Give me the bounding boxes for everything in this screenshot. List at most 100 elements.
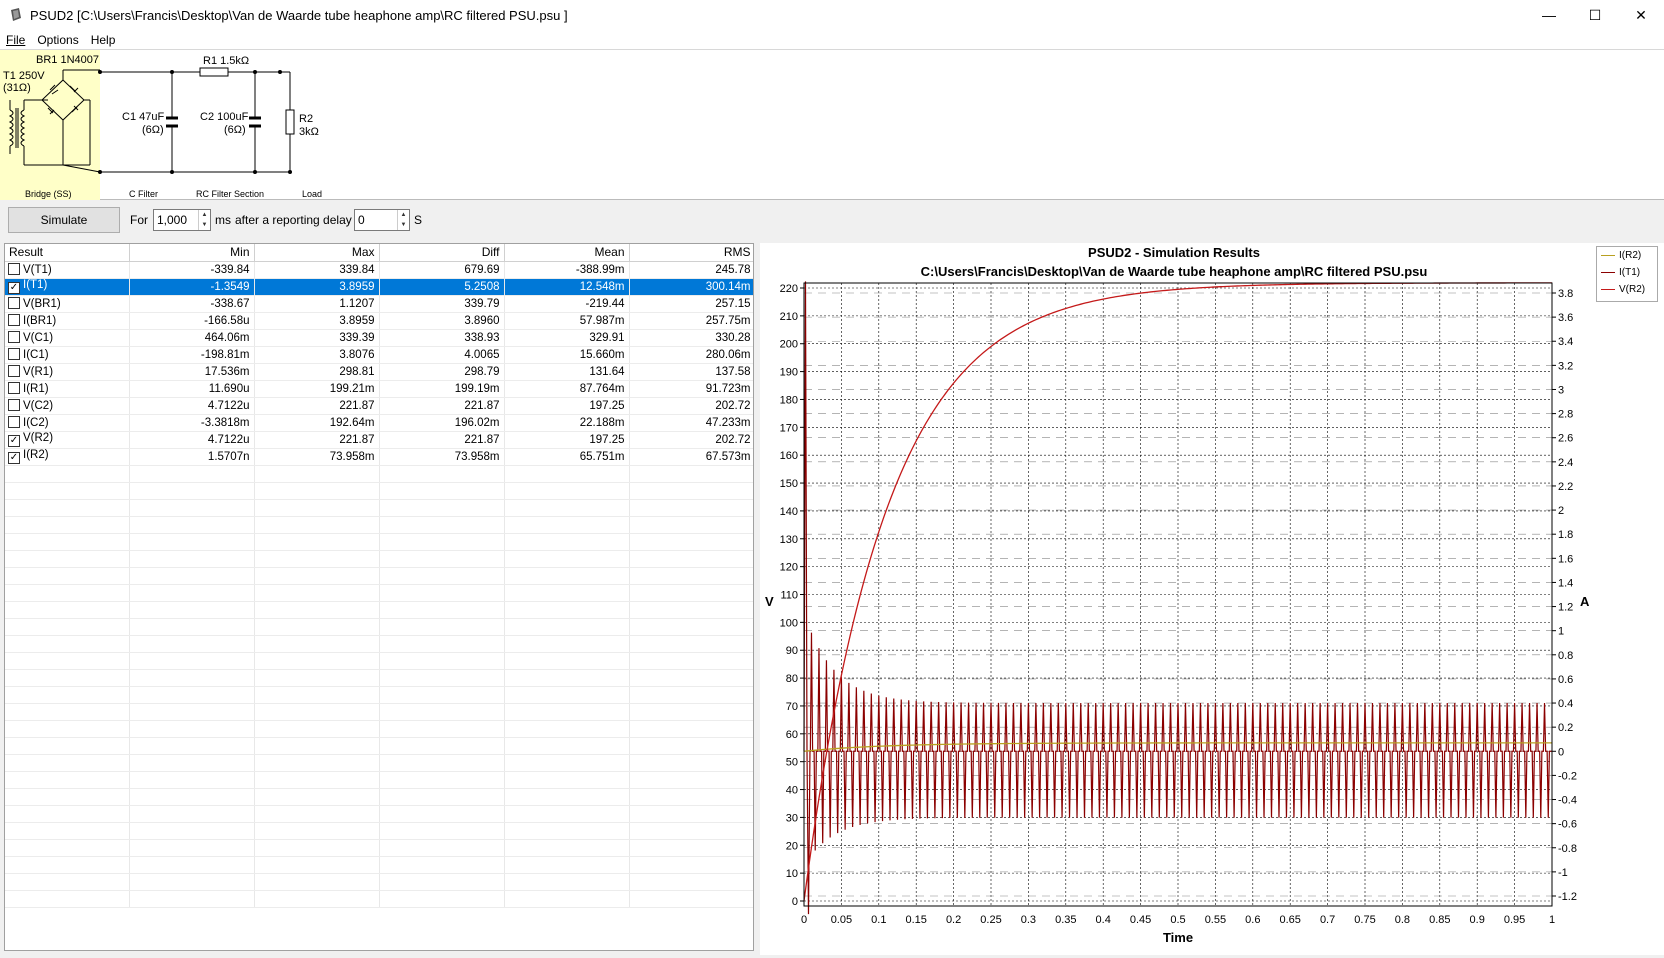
result-name-cell[interactable]: V(C2) [5,397,130,415]
table-row[interactable]: I(R1) 11.690u 199.21m 199.19m 87.764m 91.723m [5,380,753,398]
menu-options[interactable]: Options [31,33,84,47]
delay-spinner[interactable]: ▲▼ [354,209,410,231]
c2-capacitor-icon [249,116,261,128]
empty-cell [504,465,630,483]
result-name-cell[interactable]: ✓ V(R2) [5,431,130,449]
result-name-cell[interactable]: ✓ I(T1) [5,278,130,296]
delay-up-icon[interactable]: ▲ [398,210,409,220]
header-max[interactable]: Max [254,244,380,262]
empty-row [5,618,753,636]
table-row[interactable]: V(R1) 17.536m 298.81 298.79 131.64 137.58 [5,363,753,381]
delay-down-icon[interactable]: ▼ [398,220,409,230]
empty-cell [5,805,130,823]
result-name-cell[interactable]: I(R1) [5,380,130,398]
header-min[interactable]: Min [129,244,255,262]
simulation-chart[interactable]: PSUD2 - Simulation Results C:\Users\Fran… [760,243,1664,955]
result-name-cell[interactable]: I(C1) [5,346,130,364]
empty-cell [254,618,380,636]
result-mean-cell: 329.91 [504,329,630,347]
delay-input[interactable] [355,211,397,229]
empty-cell [5,856,130,874]
result-name-cell[interactable]: I(BR1) [5,312,130,330]
app-icon [8,7,24,23]
duration-down-icon[interactable]: ▼ [199,220,210,230]
x-axis-label: Time [1163,930,1193,945]
duration-up-icon[interactable]: ▲ [199,210,210,220]
y-left-tick-label: 60 [786,729,798,741]
result-name-cell[interactable]: V(C1) [5,329,130,347]
checkbox-unchecked-icon[interactable] [8,297,20,309]
menu-help[interactable]: Help [85,33,122,47]
header-diff[interactable]: Diff [379,244,505,262]
menu-file[interactable]: File [0,33,31,47]
empty-cell [5,703,130,721]
result-name-cell[interactable]: V(R1) [5,363,130,381]
result-diff-cell: 679.69 [379,261,505,279]
checkbox-checked-icon[interactable]: ✓ [8,435,20,447]
r2-resistor-icon [285,109,295,135]
result-name-cell[interactable]: V(T1) [5,261,130,279]
c1-label: C1 47uF [122,111,164,123]
duration-spinner[interactable]: ▲▼ [153,209,211,231]
empty-cell [5,550,130,568]
result-rms-cell: 137.58 [629,363,753,381]
empty-cell [629,754,753,772]
result-min-cell: 11.690u [129,380,255,398]
checkbox-checked-icon[interactable]: ✓ [8,282,20,294]
header-rms[interactable]: RMS [629,244,753,262]
y-left-tick-label: 170 [780,422,798,434]
y-left-tick-label: 200 [780,339,798,351]
checkbox-unchecked-icon[interactable] [8,331,20,343]
checkbox-checked-icon[interactable]: ✓ [8,452,20,464]
result-name-cell[interactable]: ✓ I(R2) [5,448,130,466]
maximize-button[interactable]: ☐ [1572,0,1618,30]
checkbox-unchecked-icon[interactable] [8,314,20,326]
empty-cell [504,499,630,517]
table-row[interactable]: ✓ V(R2) 4.7122u 221.87 221.87 197.25 202.72 [5,431,753,449]
empty-cell [5,567,130,585]
checkbox-unchecked-icon[interactable] [8,365,20,377]
checkbox-unchecked-icon[interactable] [8,263,20,275]
empty-cell [254,822,380,840]
results-table-panel: Result Min Max Diff Mean RMS V(T1) -339.8… [4,243,754,951]
empty-cell [629,788,753,806]
y-left-tick-label: 40 [786,785,798,797]
table-row[interactable]: ✓ I(T1) -1.3549 3.8959 5.2508 12.548m 300.14m [5,278,753,296]
result-rms-cell: 257.75m [629,312,753,330]
table-row[interactable]: V(BR1) -338.67 1.1207 339.79 -219.44 257.15 [5,295,753,313]
y-right-tick-label: 3.2 [1558,360,1573,372]
checkbox-unchecked-icon[interactable] [8,399,20,411]
simulate-button[interactable]: Simulate [8,207,120,233]
minimize-button[interactable]: — [1526,0,1572,30]
checkbox-unchecked-icon[interactable] [8,416,20,428]
table-row[interactable]: I(C1) -198.81m 3.8076 4.0065 15.660m 280.06m [5,346,753,364]
empty-cell [629,822,753,840]
close-button[interactable]: ✕ [1618,0,1664,30]
empty-cell [254,703,380,721]
result-name-cell[interactable]: V(BR1) [5,295,130,313]
empty-cell [129,618,255,636]
header-mean[interactable]: Mean [504,244,630,262]
result-min-cell: 4.7122u [129,431,255,449]
table-row[interactable]: I(C2) -3.3818m 192.64m 196.02m 22.188m 47.233… [5,414,753,432]
header-result[interactable]: Result [5,244,130,262]
table-row[interactable]: V(T1) -339.84 339.84 679.69 -388.99m 245.78 [5,261,753,279]
window-title: PSUD2 [C:\Users\Francis\Desktop\Van de W… [30,7,568,23]
result-min-cell: 1.5707n [129,448,255,466]
y-right-tick-label: 2.2 [1558,481,1573,493]
checkbox-unchecked-icon[interactable] [8,348,20,360]
duration-input[interactable] [154,211,198,229]
empty-cell [629,635,753,653]
y-right-tick-label: 0.4 [1558,698,1573,710]
empty-cell [504,720,630,738]
result-name-cell[interactable]: I(C2) [5,414,130,432]
circuit-schematic[interactable]: BR1 1N4007 T1 250V (31Ω) R1 1.5kΩ C1 47u… [0,50,340,200]
empty-cell [629,720,753,738]
table-row[interactable]: I(BR1) -166.58u 3.8959 3.8960 57.987m 257.75m [5,312,753,330]
empty-cell [5,584,130,602]
result-name: V(R1) [23,366,54,378]
checkbox-unchecked-icon[interactable] [8,382,20,394]
table-row[interactable]: ✓ I(R2) 1.5707n 73.958m 73.958m 65.751m 67.573… [5,448,753,466]
table-row[interactable]: V(C1) 464.06m 339.39 338.93 329.91 330.28 [5,329,753,347]
table-row[interactable]: V(C2) 4.7122u 221.87 221.87 197.25 202.72 [5,397,753,415]
